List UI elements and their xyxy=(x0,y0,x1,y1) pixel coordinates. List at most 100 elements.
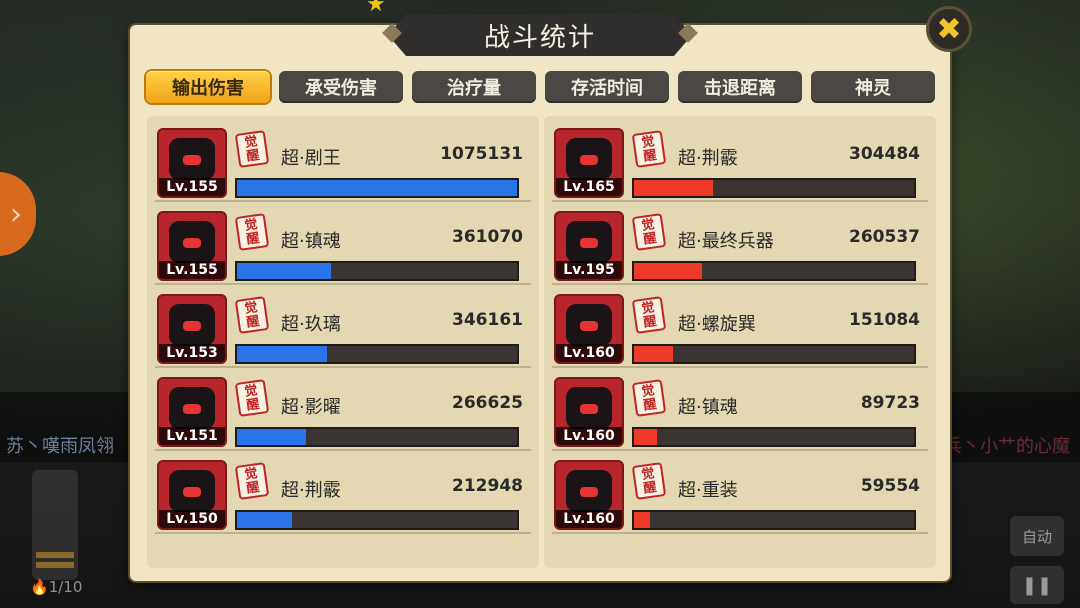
panel-title: 战斗统计 xyxy=(388,14,692,56)
awaken-badge-icon: 觉醒 xyxy=(631,379,667,417)
hero-damage-value: 1075131 xyxy=(440,144,523,164)
flame-icon: 🔥 xyxy=(30,578,49,596)
row-divider xyxy=(552,449,928,451)
damage-bar xyxy=(632,427,916,447)
hero-name: 超·荆霰 xyxy=(281,480,341,501)
damage-bar-fill xyxy=(237,346,328,362)
row-divider xyxy=(552,283,928,285)
hero-damage-value: 361070 xyxy=(452,227,523,247)
awaken-badge-icon: 觉醒 xyxy=(234,296,270,334)
hero-level: Lv.160 xyxy=(556,427,622,445)
hero-level: Lv.155 xyxy=(159,178,225,196)
damage-bar-fill xyxy=(237,180,517,196)
hero-level: Lv.151 xyxy=(159,427,225,445)
hero-portrait[interactable]: Lv.195 xyxy=(554,211,624,281)
pause-icon: ❚❚ xyxy=(1021,574,1053,596)
hero-portrait[interactable]: Lv.165 xyxy=(554,128,624,198)
energy-bar-segment xyxy=(36,552,74,558)
stats-tabs: 输出伤害 承受伤害 治疗量 存活时间 击退距离 神灵 xyxy=(146,71,936,103)
hero-level: Lv.165 xyxy=(556,178,622,196)
energy-counter: 🔥1/10 xyxy=(30,578,83,596)
awaken-badge-icon: 觉醒 xyxy=(631,296,667,334)
tab-healing[interactable]: 治疗量 xyxy=(412,71,536,103)
awaken-badge-icon: 觉醒 xyxy=(234,379,270,417)
hero-portrait[interactable]: Lv.155 xyxy=(157,128,227,198)
list-item: Lv.160 觉醒 超·螺旋巽 151084 xyxy=(552,286,928,368)
hero-name: 超·影曜 xyxy=(281,397,341,418)
star-icon: ★ xyxy=(366,0,386,17)
tab-survival-time[interactable]: 存活时间 xyxy=(545,71,669,103)
left-team-list: Lv.155 觉醒 超·剧王 1075131 Lv.155 觉醒 超·镇魂 36… xyxy=(147,116,539,568)
list-item: Lv.195 觉醒 超·最终兵器 260537 xyxy=(552,203,928,285)
hero-name: 超·荆霰 xyxy=(678,148,738,169)
auto-button[interactable]: 自动 xyxy=(1010,516,1064,556)
list-item: Lv.155 觉醒 超·镇魂 361070 xyxy=(155,203,531,285)
hero-portrait[interactable]: Lv.150 xyxy=(157,460,227,530)
damage-bar-fill xyxy=(634,263,702,279)
row-divider xyxy=(552,200,928,202)
hero-damage-value: 266625 xyxy=(452,393,523,413)
row-divider xyxy=(155,200,531,202)
energy-bar-segment xyxy=(36,562,74,568)
hero-portrait[interactable]: Lv.155 xyxy=(157,211,227,281)
list-item: Lv.155 觉醒 超·剧王 1075131 xyxy=(155,120,531,202)
damage-bar-fill xyxy=(634,512,650,528)
tab-deity[interactable]: 神灵 xyxy=(811,71,935,103)
hero-level: Lv.160 xyxy=(556,510,622,528)
hero-portrait[interactable]: Lv.153 xyxy=(157,294,227,364)
damage-bar xyxy=(632,344,916,364)
hero-level: Lv.153 xyxy=(159,344,225,362)
hero-name: 超·镇魂 xyxy=(678,397,738,418)
damage-bar xyxy=(235,344,519,364)
awaken-badge-icon: 觉醒 xyxy=(234,213,270,251)
row-divider xyxy=(155,532,531,534)
hero-damage-value: 89723 xyxy=(860,393,920,413)
row-divider xyxy=(552,532,928,534)
damage-bar-fill xyxy=(237,512,293,528)
damage-bar-fill xyxy=(634,429,658,445)
hero-name: 超·玖璃 xyxy=(281,314,341,335)
list-item: Lv.151 觉醒 超·影曜 266625 xyxy=(155,369,531,451)
hero-portrait[interactable]: Lv.160 xyxy=(554,294,624,364)
damage-bar xyxy=(235,178,519,198)
hero-damage-value: 212948 xyxy=(452,476,523,496)
hero-portrait[interactable]: Lv.151 xyxy=(157,377,227,447)
tab-knockback-distance[interactable]: 击退距离 xyxy=(678,71,802,103)
hero-level: Lv.155 xyxy=(159,261,225,279)
close-icon: ✖ xyxy=(936,11,962,47)
hero-damage-value: 59554 xyxy=(860,476,920,496)
hero-name: 超·螺旋巽 xyxy=(678,314,756,335)
row-divider xyxy=(552,366,928,368)
hero-portrait[interactable]: Lv.160 xyxy=(554,377,624,447)
hero-damage-value: 346161 xyxy=(452,310,523,330)
awaken-badge-icon: 觉醒 xyxy=(234,130,270,168)
list-item: Lv.150 觉醒 超·荆霰 212948 xyxy=(155,452,531,534)
damage-bar xyxy=(632,178,916,198)
hero-level: Lv.160 xyxy=(556,344,622,362)
right-player-name: 兵丶小艹的心魔 xyxy=(944,436,1070,457)
damage-bar-fill xyxy=(634,346,674,362)
awaken-badge-icon: 觉醒 xyxy=(234,462,270,500)
hero-name: 超·最终兵器 xyxy=(678,231,774,252)
awaken-badge-icon: 觉醒 xyxy=(631,213,667,251)
hero-damage-value: 151084 xyxy=(849,310,920,330)
hero-damage-value: 260537 xyxy=(849,227,920,247)
tab-damage-taken[interactable]: 承受伤害 xyxy=(279,71,403,103)
list-item: Lv.153 觉醒 超·玖璃 346161 xyxy=(155,286,531,368)
damage-bar-fill xyxy=(237,429,307,445)
awaken-badge-icon: 觉醒 xyxy=(631,462,667,500)
pause-button[interactable]: ❚❚ xyxy=(1010,566,1064,604)
damage-bar-fill xyxy=(237,263,332,279)
damage-bar xyxy=(235,510,519,530)
damage-bar-fill xyxy=(634,180,714,196)
hero-name: 超·镇魂 xyxy=(281,231,341,252)
close-button[interactable]: ✖ xyxy=(926,6,972,52)
tab-damage-dealt[interactable]: 输出伤害 xyxy=(146,71,270,103)
left-player-name: 苏丶嘆雨凤翎 xyxy=(6,436,114,457)
hero-level: Lv.195 xyxy=(556,261,622,279)
right-team-list: Lv.165 觉醒 超·荆霰 304484 Lv.195 觉醒 超·最终兵器 2… xyxy=(544,116,936,568)
hero-portrait[interactable]: Lv.160 xyxy=(554,460,624,530)
hero-level: Lv.150 xyxy=(159,510,225,528)
list-item: Lv.160 觉醒 超·重装 59554 xyxy=(552,452,928,534)
damage-bar xyxy=(235,261,519,281)
